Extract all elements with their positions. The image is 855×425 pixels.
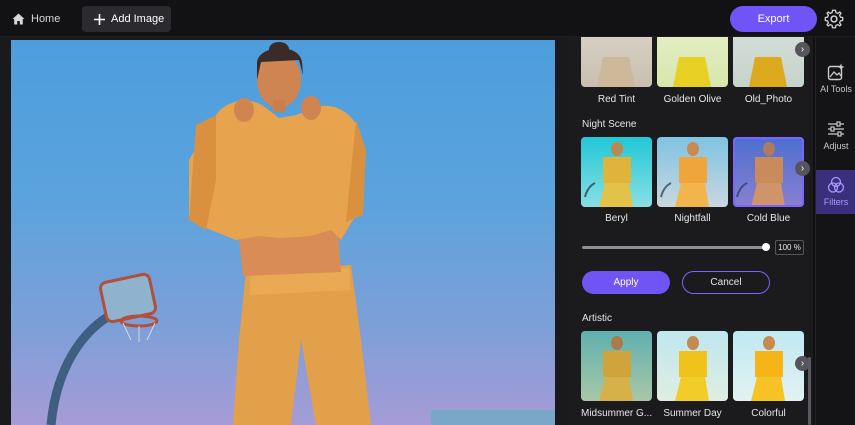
apply-button[interactable]: Apply bbox=[582, 271, 670, 294]
filter-row-night-scene bbox=[581, 137, 804, 207]
section-title-night-scene: Night Scene bbox=[582, 119, 637, 130]
filter-label: Old_Photo bbox=[744, 94, 793, 105]
cancel-button[interactable]: Cancel bbox=[682, 271, 770, 294]
tool-label: Adjust bbox=[823, 141, 849, 151]
tool-strip: AI Tools Adjust Filters bbox=[815, 37, 855, 425]
scroll-right-icon[interactable]: › bbox=[795, 161, 810, 176]
ai-image-icon bbox=[827, 63, 845, 81]
add-image-label: Add Image bbox=[111, 13, 165, 25]
filter-panel: › Red Tint Golden Olive Old_Photo Night … bbox=[569, 37, 813, 425]
tool-label: Filters bbox=[823, 197, 849, 207]
section-title-artistic: Artistic bbox=[582, 313, 612, 324]
filter-labels-night-scene: Beryl Nightfall Cold Blue bbox=[581, 213, 804, 224]
filter-label: Midsummer G... bbox=[581, 408, 652, 419]
intensity-slider-handle[interactable] bbox=[762, 243, 770, 251]
filter-thumb-cold-blue[interactable] bbox=[733, 137, 804, 207]
filter-label: Nightfall bbox=[674, 213, 711, 224]
plus-icon bbox=[94, 13, 105, 25]
home-label: Home bbox=[31, 13, 61, 25]
filter-label: Cold Blue bbox=[746, 213, 791, 224]
filter-row-top bbox=[581, 37, 804, 87]
intensity-value-field[interactable]: 100 % bbox=[775, 240, 804, 255]
filter-row-artistic bbox=[581, 331, 804, 401]
canvas-area bbox=[0, 37, 569, 425]
filter-thumb-colorful[interactable] bbox=[733, 331, 804, 401]
filter-labels-top: Red Tint Golden Olive Old_Photo bbox=[581, 94, 804, 105]
scroll-right-icon[interactable]: › bbox=[795, 42, 810, 57]
filter-thumb-golden-olive[interactable] bbox=[657, 37, 728, 87]
home-icon bbox=[12, 13, 25, 25]
filter-thumb-old-photo[interactable] bbox=[733, 37, 804, 87]
tool-adjust[interactable]: Adjust bbox=[816, 114, 855, 158]
sliders-icon bbox=[828, 121, 844, 137]
photo-preview[interactable] bbox=[11, 40, 555, 425]
tool-label: AI Tools bbox=[820, 84, 852, 94]
panel-scrollbar[interactable] bbox=[808, 357, 811, 425]
filter-label: Beryl bbox=[605, 213, 628, 224]
filter-label: Colorful bbox=[751, 408, 786, 419]
gear-icon[interactable] bbox=[823, 8, 845, 30]
filter-thumb-beryl[interactable] bbox=[581, 137, 652, 207]
intensity-slider-track[interactable] bbox=[582, 246, 766, 249]
tool-ai-tools[interactable]: AI Tools bbox=[816, 57, 855, 101]
filters-icon bbox=[827, 176, 845, 193]
filter-labels-artistic: Midsummer G... Summer Day Colorful bbox=[581, 408, 804, 419]
top-bar: Home Add Image Export bbox=[0, 0, 855, 37]
filter-thumb-nightfall[interactable] bbox=[657, 137, 728, 207]
filter-label: Red Tint bbox=[597, 94, 636, 105]
filter-label: Golden Olive bbox=[663, 94, 722, 105]
home-button[interactable]: Home bbox=[12, 6, 60, 32]
filter-thumb-red-tint[interactable] bbox=[581, 37, 652, 87]
export-button[interactable]: Export bbox=[730, 6, 817, 32]
tool-filters[interactable]: Filters bbox=[816, 170, 855, 214]
filter-label: Summer Day bbox=[663, 408, 722, 419]
filter-thumb-midsummer[interactable] bbox=[581, 331, 652, 401]
filter-thumb-summer-day[interactable] bbox=[657, 331, 728, 401]
add-image-button[interactable]: Add Image bbox=[82, 6, 171, 32]
